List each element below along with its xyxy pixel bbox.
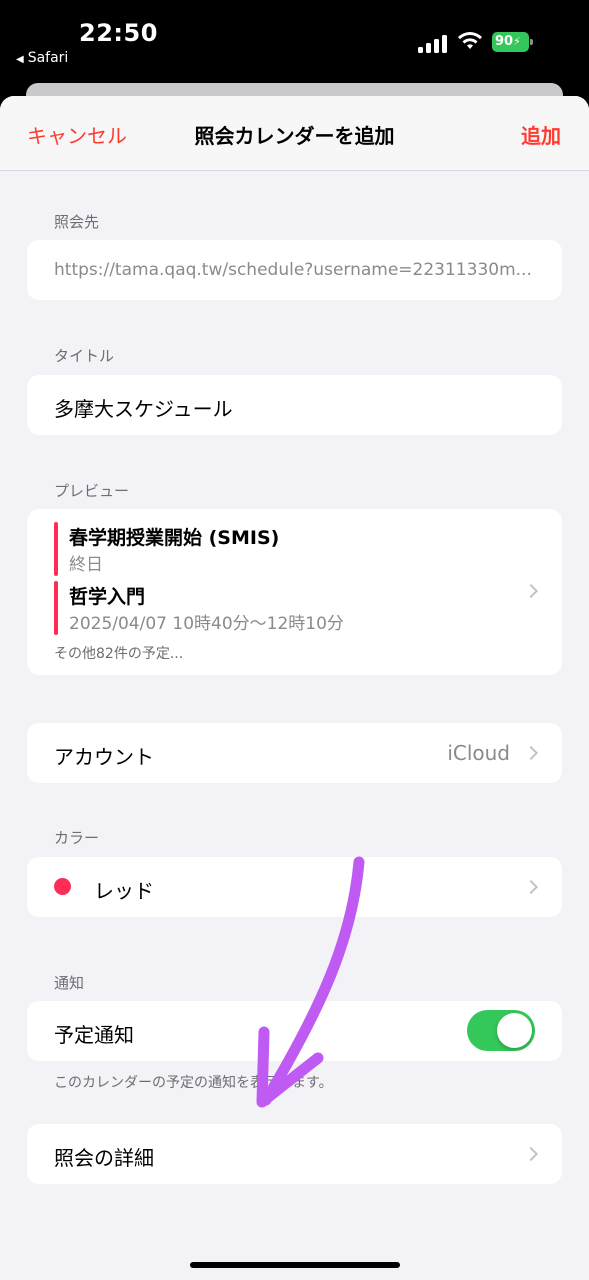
- account-row[interactable]: アカウント iCloud: [27, 723, 562, 783]
- back-app-label: Safari: [27, 50, 69, 66]
- wifi-icon: [458, 32, 482, 49]
- subscription-details-label: 照会の詳細: [54, 1146, 154, 1170]
- color-label: カラー: [54, 829, 100, 847]
- subscription-details-row[interactable]: 照会の詳細: [27, 1124, 562, 1184]
- subscribe-url-label: 照会先: [54, 213, 100, 231]
- account-value: iCloud: [447, 741, 510, 765]
- title-label: タイトル: [54, 347, 115, 365]
- back-triangle-icon: ◀: [16, 54, 24, 65]
- home-indicator[interactable]: [190, 1262, 400, 1268]
- navigation-bar: キャンセル 照会カレンダーを追加 追加: [0, 96, 589, 171]
- battery-level: 90: [495, 34, 514, 49]
- preview-event-title: 春学期授業開始 (SMIS): [69, 527, 280, 549]
- status-bar: 22:50 ◀ Safari 90⚡: [0, 0, 589, 84]
- chevron-right-icon: [523, 745, 539, 761]
- title-field[interactable]: 多摩大スケジュール: [27, 375, 562, 435]
- color-value: レッド: [94, 879, 154, 903]
- preview-event-time: 終日: [69, 555, 103, 575]
- subscribe-url-field[interactable]: https://tama.qaq.tw/schedule?username=22…: [27, 240, 562, 300]
- preview-event-time: 2025/04/07 10時40分〜12時10分: [69, 614, 344, 634]
- back-to-app-link[interactable]: ◀ Safari: [16, 50, 68, 66]
- account-label: アカウント: [54, 745, 154, 769]
- chevron-right-icon: [523, 583, 539, 599]
- preview-event-title: 哲学入門: [69, 586, 146, 608]
- preview-label: プレビュー: [54, 482, 130, 500]
- subscribe-url-value: https://tama.qaq.tw/schedule?username=22…: [54, 260, 532, 280]
- notification-footnote: このカレンダーの予定の通知を表示します。: [54, 1075, 333, 1091]
- battery-icon: 90⚡: [492, 32, 533, 52]
- chevron-right-icon: [523, 879, 539, 895]
- notification-label: 通知: [54, 974, 85, 992]
- color-dot-icon: [54, 878, 71, 895]
- event-color-bar: [54, 522, 58, 576]
- chevron-right-icon: [523, 1146, 539, 1162]
- toggle-knob: [497, 1013, 532, 1048]
- notification-row: 予定通知: [27, 1001, 562, 1061]
- status-time: 22:50: [79, 19, 158, 47]
- add-subscribed-calendar-sheet: キャンセル 照会カレンダーを追加 追加 照会先 https://tama.qaq…: [0, 96, 589, 1280]
- add-button[interactable]: 追加: [521, 120, 561, 149]
- color-row[interactable]: レッド: [27, 857, 562, 917]
- preview-more-events: その他82件の予定...: [54, 646, 184, 662]
- notification-toggle[interactable]: [467, 1010, 535, 1051]
- notification-row-label: 予定通知: [54, 1023, 134, 1047]
- event-color-bar: [54, 581, 58, 635]
- cellular-signal-icon: [418, 33, 448, 53]
- preview-card[interactable]: 春学期授業開始 (SMIS) 終日 哲学入門 2025/04/07 10時40分…: [27, 509, 562, 675]
- title-value: 多摩大スケジュール: [54, 397, 233, 421]
- page-title: 照会カレンダーを追加: [194, 124, 395, 148]
